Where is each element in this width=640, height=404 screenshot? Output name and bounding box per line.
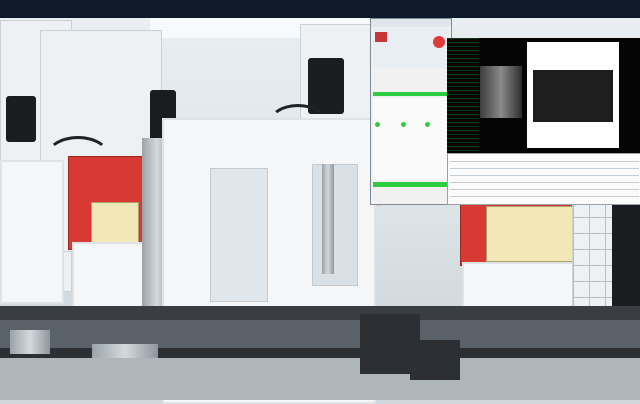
monitor-top-edge <box>0 0 640 18</box>
ball-screw <box>322 164 334 274</box>
software-window <box>370 18 452 205</box>
mechanical-block <box>410 340 460 380</box>
frame-opening <box>312 164 358 286</box>
frame-opening <box>210 168 268 302</box>
option-grid <box>373 98 449 180</box>
warning-label-plate <box>91 202 139 246</box>
xray-image-detail <box>533 70 613 122</box>
indicator-icon <box>401 122 406 127</box>
table-row <box>450 189 639 190</box>
indicator-icon <box>375 122 380 127</box>
table-row <box>450 161 639 162</box>
table-row <box>450 182 639 183</box>
result-table <box>447 153 640 205</box>
logo-icon <box>375 32 387 42</box>
warning-label-plate <box>486 206 574 262</box>
window-titlebar <box>371 19 451 27</box>
toolbar-area <box>373 28 449 68</box>
left-motor <box>6 96 36 142</box>
table-row <box>450 168 639 169</box>
indicator-icon <box>425 122 430 127</box>
stop-button-icon <box>433 36 445 48</box>
progress-bar <box>373 182 449 187</box>
floor-machinery <box>0 358 640 400</box>
table-row <box>450 175 639 176</box>
right-motor <box>308 58 344 114</box>
conveyor-rail <box>0 306 640 320</box>
log-text-column <box>447 38 479 153</box>
xray-image-left <box>480 66 522 118</box>
metal-clamp <box>10 330 50 354</box>
status-bar <box>373 92 449 96</box>
left-machine-frame <box>0 160 64 304</box>
table-row <box>450 196 639 197</box>
